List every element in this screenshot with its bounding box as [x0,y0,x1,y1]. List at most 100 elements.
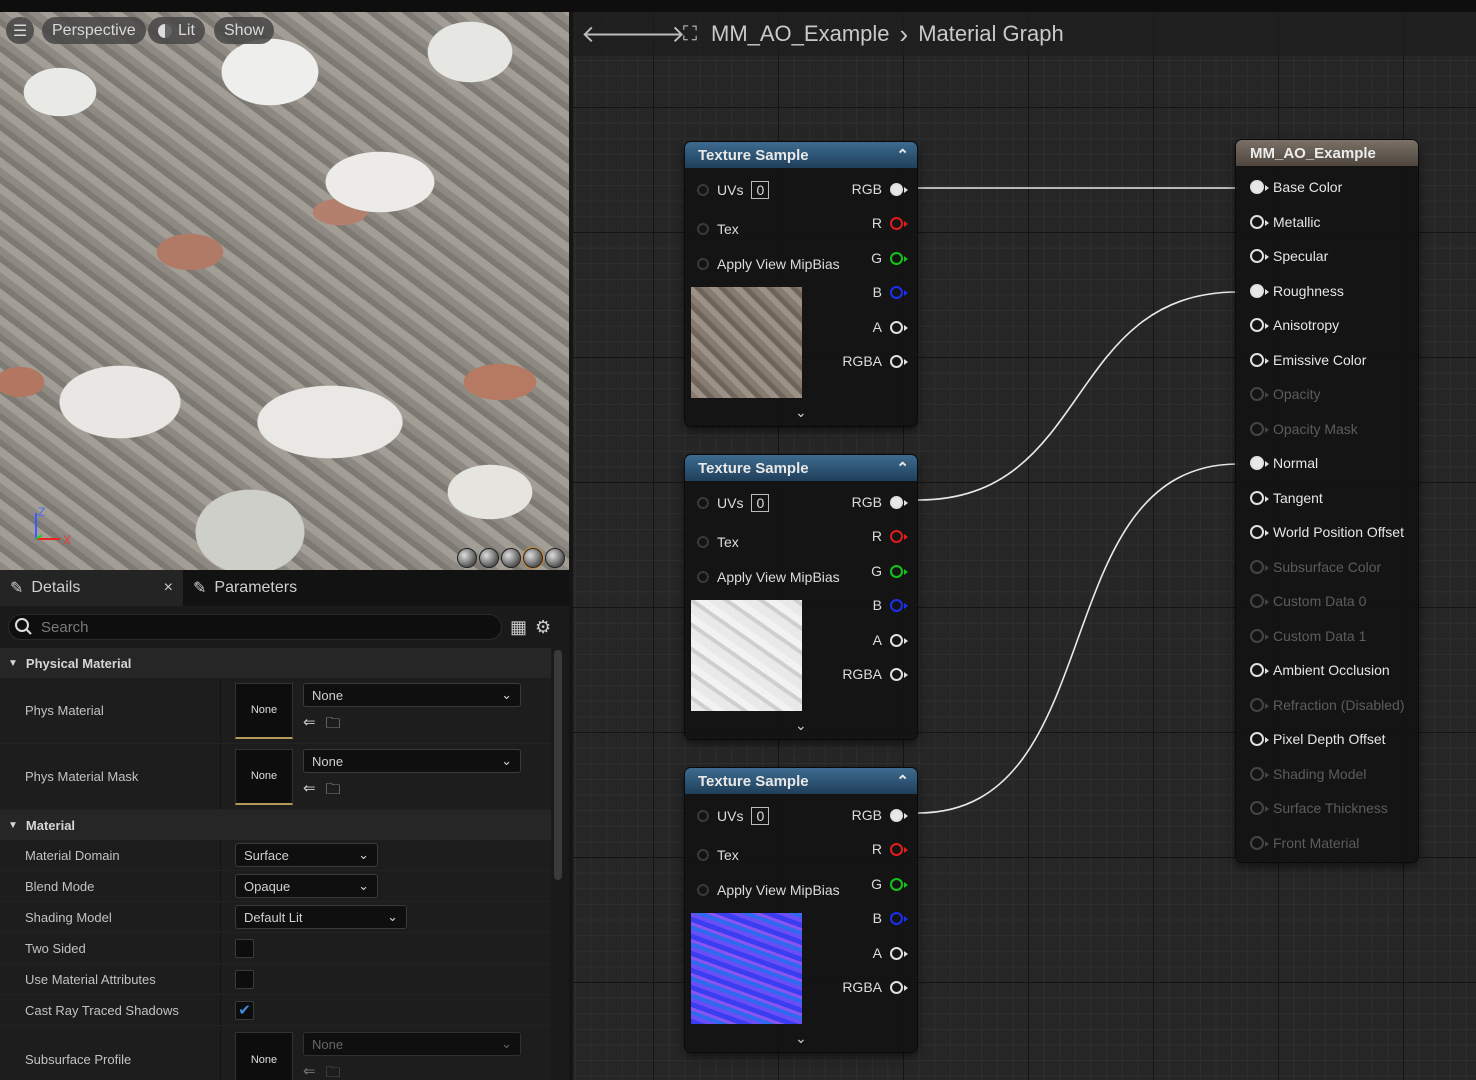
material-pin-opacity[interactable]: Opacity [1250,384,1320,404]
output-a[interactable]: A [873,945,908,961]
tex-input[interactable]: Tex [697,534,739,550]
material-pin-ambient-occlusion[interactable]: Ambient Occlusion [1250,660,1390,680]
output-r[interactable]: R [872,215,908,231]
gear-icon[interactable]: ⚙ [535,617,551,638]
material-pin-custom-data-1[interactable]: Custom Data 1 [1250,626,1366,646]
material-result-node[interactable]: MM_AO_Example Base Color Metallic Specular… [1236,140,1418,862]
output-rgba[interactable]: RGBA [842,353,908,369]
phys-mask-dropdown[interactable]: None ⌄ [303,749,521,773]
blend-mode-dropdown[interactable]: Opaque ⌄ [235,874,378,898]
phys-material-dropdown[interactable]: None ⌄ [303,683,521,707]
material-pin-specular[interactable]: Specular [1250,246,1328,266]
breadcrumb-asset[interactable]: MM_AO_Example [711,21,890,47]
uvs-input[interactable]: UVs 0 [697,807,770,825]
forward-arrow-icon[interactable]: 🡒 [621,19,685,49]
collapse-icon[interactable]: ⌃ [896,146,909,164]
material-pin-custom-data-0[interactable]: Custom Data 0 [1250,591,1366,611]
material-pin-opacity-mask[interactable]: Opacity Mask [1250,419,1358,439]
two-sided-checkbox[interactable] [235,938,254,958]
expand-chevron-icon[interactable]: ⌄ [795,404,807,421]
viewport-menu-button[interactable]: ☰ [6,17,34,44]
output-r[interactable]: R [872,841,908,857]
use-selected-icon[interactable]: ⇐ [303,779,316,804]
expand-chevron-icon[interactable]: ⌄ [795,1030,807,1047]
expand-chevron-icon[interactable]: ⌄ [795,717,807,734]
output-a[interactable]: A [873,632,908,648]
output-g[interactable]: G [871,563,908,579]
shading-model-dropdown[interactable]: Default Lit ⌄ [235,905,407,929]
preview-sphere-icon[interactable] [479,548,499,568]
texture-sample-node[interactable]: Texture Sample ⌃ UVs 0 Tex Apply View MipB… [685,142,917,426]
uvs-input[interactable]: UVs 0 [697,181,770,199]
material-pin-surface-thickness[interactable]: Surface Thickness [1250,798,1388,818]
output-g[interactable]: G [871,250,908,266]
category-material[interactable]: ▼ Material [0,810,551,840]
collapse-icon[interactable]: ⌃ [896,772,909,790]
material-domain-dropdown[interactable]: Surface ⌄ [235,843,378,867]
texture-sample-node[interactable]: Texture Sample ⌃ UVs 0 Tex Apply View MipB… [685,768,917,1052]
material-pin-emissive-color[interactable]: Emissive Color [1250,350,1366,370]
preview-cylinder-icon[interactable] [457,548,477,568]
close-icon[interactable]: × [164,579,173,597]
output-a[interactable]: A [873,319,908,335]
perspective-button[interactable]: Perspective [42,17,146,44]
material-pin-refraction-disabled[interactable]: Refraction (Disabled) [1250,695,1405,715]
output-r[interactable]: R [872,528,908,544]
material-preview-viewport[interactable]: ☰ Perspective Lit Show Z X [0,12,569,570]
output-rgb[interactable]: RGB [852,494,908,510]
tab-details[interactable]: ✎ Details × [0,570,183,606]
material-pin-metallic[interactable]: Metallic [1250,212,1320,232]
subsurface-thumbnail[interactable]: None [235,1032,293,1080]
material-pin-subsurface-color[interactable]: Subsurface Color [1250,557,1381,577]
uvs-value[interactable]: 0 [751,181,770,199]
use-selected-icon[interactable]: ⇐ [303,713,316,738]
material-pin-pixel-depth-offset[interactable]: Pixel Depth Offset [1250,729,1386,749]
material-pin-base-color[interactable]: Base Color [1250,177,1342,197]
output-g[interactable]: G [871,876,908,892]
subsurface-dropdown[interactable]: None ⌄ [303,1032,521,1056]
output-b[interactable]: B [873,284,908,300]
output-b[interactable]: B [873,597,908,613]
material-pin-world-position-offset[interactable]: World Position Offset [1250,522,1404,542]
breadcrumb-page[interactable]: Material Graph [918,21,1064,47]
mipbias-input[interactable]: Apply View MipBias [697,882,840,898]
uvs-input[interactable]: UVs 0 [697,494,770,512]
table-view-icon[interactable]: ▦ [510,617,527,638]
output-rgba[interactable]: RGBA [842,979,908,995]
browse-folder-icon[interactable]: 🗀 [326,779,341,804]
preview-mesh-icon[interactable] [545,548,565,568]
material-pin-anisotropy[interactable]: Anisotropy [1250,315,1339,335]
material-graph-canvas[interactable]: 🡐 🡒 ⛶ MM_AO_Example › Material Graph Tex… [573,12,1476,1080]
output-rgb[interactable]: RGB [852,807,908,823]
collapse-icon[interactable]: ⌃ [896,459,909,477]
material-pin-normal[interactable]: Normal [1250,453,1318,473]
output-rgba[interactable]: RGBA [842,666,908,682]
tex-input[interactable]: Tex [697,221,739,237]
cast-shadows-checkbox[interactable]: ✔ [235,1000,254,1020]
preview-cube-icon[interactable] [522,547,544,569]
uvs-value[interactable]: 0 [751,807,770,825]
phys-material-thumbnail[interactable]: None [235,682,293,739]
use-attrs-checkbox[interactable] [235,969,254,989]
tex-input[interactable]: Tex [697,847,739,863]
material-pin-shading-model[interactable]: Shading Model [1250,764,1366,784]
tab-parameters[interactable]: ✎ Parameters [183,570,307,606]
preview-plane-icon[interactable] [501,548,521,568]
browse-folder-icon[interactable]: 🗀 [326,1062,341,1080]
phys-mask-thumbnail[interactable]: None [235,748,293,805]
browse-folder-icon[interactable]: 🗀 [326,713,341,738]
output-rgb[interactable]: RGB [852,181,908,197]
lit-button[interactable]: Lit [148,17,205,44]
search-input[interactable]: Search [8,614,502,640]
details-scrollbar[interactable] [554,650,562,880]
material-pin-front-material[interactable]: Front Material [1250,833,1359,853]
show-button[interactable]: Show [214,17,275,44]
mipbias-input[interactable]: Apply View MipBias [697,569,840,585]
category-physical-material[interactable]: ▼ Physical Material [0,648,551,678]
uvs-value[interactable]: 0 [751,494,770,512]
material-pin-roughness[interactable]: Roughness [1250,281,1344,301]
material-pin-tangent[interactable]: Tangent [1250,488,1323,508]
use-selected-icon[interactable]: ⇐ [303,1062,316,1080]
mipbias-input[interactable]: Apply View MipBias [697,256,840,272]
texture-sample-node[interactable]: Texture Sample ⌃ UVs 0 Tex Apply View MipB… [685,455,917,739]
